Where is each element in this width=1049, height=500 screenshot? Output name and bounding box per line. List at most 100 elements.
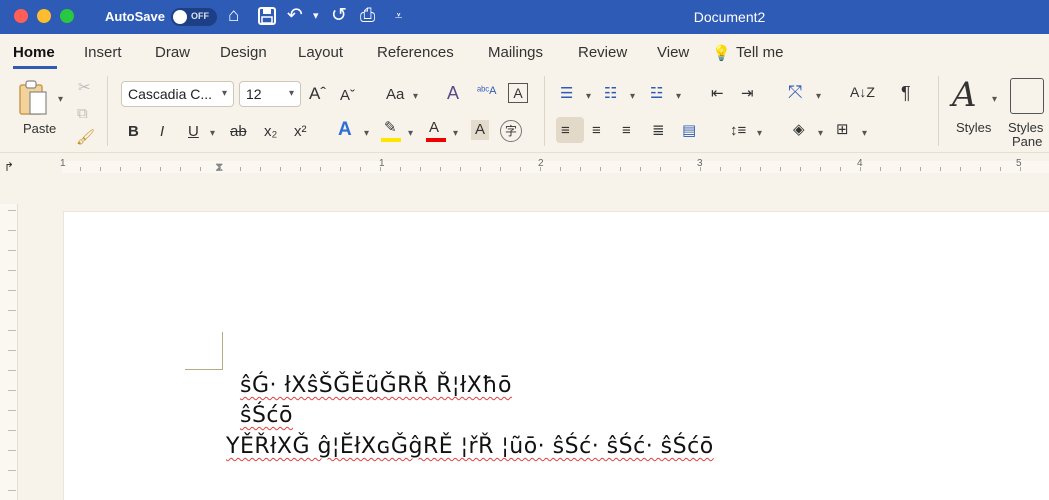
ruler-tick [880, 167, 881, 171]
ruler-tick [8, 490, 16, 491]
sort-icon[interactable]: A↓Z [850, 82, 875, 102]
font-size-dropdown[interactable]: 12 ▾ [239, 81, 301, 107]
document-page[interactable]: ŝǴ· łXŝŠǦĔũǦRŘ Ř¦łXħō ŝŚćō YĚŘłXǦ ĝ¦ĔłXɢ… [63, 211, 1049, 500]
tab-mailings[interactable]: Mailings [488, 44, 543, 61]
text-line-2[interactable]: ŝŚćō [240, 403, 293, 428]
tab-draw[interactable]: Draw [155, 44, 190, 61]
underline-button[interactable]: U [188, 122, 199, 142]
text-line-1[interactable]: ŝǴ· łXŝŠǦĔũǦRŘ Ř¦łXħō [240, 373, 512, 398]
format-painter-icon[interactable]: 🖌 [76, 128, 95, 148]
ruler-tick [760, 167, 761, 171]
character-border-icon[interactable]: A [508, 83, 528, 103]
tab-layout[interactable]: Layout [298, 44, 343, 61]
horizontal-ruler: ↱ 1 ⧗ 1 2 3 4 5 [0, 152, 1049, 180]
styles-pane-icon[interactable] [1010, 78, 1044, 114]
undo-icon[interactable]: ↶ [287, 5, 303, 27]
text-line-3[interactable]: YĚŘłXǦ ĝ¦ĔłXɢǦĝRĚ ¦řŘ ¦ũō· ŝŚć· ŝŚć· ŝŚć… [226, 434, 714, 459]
multilevel-dropdown-icon[interactable]: ▾ [674, 85, 681, 107]
ruler-tick [1020, 167, 1021, 171]
ruler-tick [680, 167, 681, 171]
tab-references[interactable]: References [377, 44, 454, 61]
show-formatting-button[interactable]: ¶ [901, 83, 911, 103]
ruler-tick [240, 167, 241, 171]
home-icon[interactable]: ⌂ [228, 5, 239, 27]
borders-dropdown-icon[interactable]: ▾ [860, 122, 867, 144]
numbering-icon[interactable]: ☷ [604, 84, 617, 104]
chevron-down-icon: ▾ [221, 88, 227, 99]
redo-icon[interactable]: ↺ [331, 5, 347, 27]
tab-home[interactable]: Home [13, 44, 55, 61]
minimize-window-button[interactable] [37, 9, 51, 23]
customize-toolbar-icon[interactable]: ⩡ [395, 5, 402, 27]
print-icon[interactable]: ⎙ [360, 5, 375, 27]
autosave-label: AutoSave [105, 9, 165, 24]
font-name-dropdown[interactable]: Cascadia C... ▾ [121, 81, 234, 107]
text-direction-dropdown-icon[interactable]: ▾ [814, 85, 821, 107]
ruler-tick [700, 167, 701, 171]
toggle-knob [173, 10, 187, 24]
text-effects-abc-icon[interactable]: ᵃᵇᶜA [477, 81, 496, 101]
tab-view[interactable]: View [657, 44, 689, 61]
justify-icon[interactable]: ≣ [652, 121, 665, 141]
undo-dropdown-icon[interactable]: ▾ [313, 5, 319, 27]
highlight-icon[interactable]: ✎ [384, 118, 397, 138]
shrink-font-button[interactable]: Aˇ [340, 86, 355, 106]
text-effects-button[interactable]: A [338, 120, 352, 140]
align-left-icon[interactable]: ≡ [561, 121, 570, 141]
styles-gallery-icon[interactable]: A [952, 76, 977, 114]
highlight-dropdown-icon[interactable]: ▾ [406, 122, 413, 144]
shading-icon[interactable]: ◈ [793, 120, 805, 140]
group-separator [938, 76, 939, 146]
paste-icon[interactable] [18, 80, 48, 116]
autosave-toggle[interactable]: OFF [171, 8, 217, 26]
tab-design[interactable]: Design [220, 44, 267, 61]
bullets-dropdown-icon[interactable]: ▾ [584, 85, 591, 107]
align-center-icon[interactable]: ≡ [592, 121, 601, 141]
grow-font-button[interactable]: Aˆ [309, 84, 326, 104]
borders-icon[interactable]: ⊞ [836, 120, 849, 140]
line-spacing-icon[interactable]: ↕≡ [730, 121, 746, 141]
tab-tell-me[interactable]: Tell me [736, 44, 784, 61]
superscript-button[interactable]: x² [294, 122, 307, 142]
text-effects-dropdown-icon[interactable]: ▾ [362, 122, 369, 144]
document-canvas: ŝǴ· łXŝŠǦĔũǦRŘ Ř¦łXħō ŝŚćō YĚŘłXǦ ĝ¦ĔłXɢ… [0, 180, 1049, 500]
cut-icon[interactable]: ✂ [78, 78, 91, 98]
multilevel-list-icon[interactable]: ☳ [650, 84, 663, 104]
close-window-button[interactable] [14, 9, 28, 23]
subscript-button[interactable]: x₂ [264, 122, 277, 142]
change-case-button[interactable]: Aa [386, 85, 404, 105]
strikethrough-button[interactable]: ab [230, 122, 247, 142]
ruler-tick [8, 230, 16, 231]
tab-review[interactable]: Review [578, 44, 627, 61]
text-direction-icon[interactable]: ⤧ [788, 82, 802, 102]
ruler-tick [260, 167, 261, 171]
clear-formatting-icon[interactable]: A [447, 83, 459, 103]
font-color-dropdown-icon[interactable]: ▾ [451, 122, 458, 144]
phonetic-guide-button[interactable]: 字 [500, 120, 522, 142]
save-icon[interactable] [258, 5, 276, 31]
bold-button[interactable]: B [128, 122, 139, 142]
change-case-dropdown-icon[interactable]: ▾ [411, 85, 418, 107]
bullets-icon[interactable]: ☰ [560, 84, 573, 104]
paste-dropdown-icon[interactable]: ▾ [56, 88, 63, 110]
copy-icon[interactable]: ⧉ [77, 104, 88, 124]
tab-insert[interactable]: Insert [84, 44, 122, 61]
align-right-icon[interactable]: ≡ [622, 121, 631, 141]
styles-dropdown-icon[interactable]: ▾ [990, 88, 997, 110]
decrease-indent-icon[interactable]: ⇤ [711, 84, 724, 104]
distributed-icon[interactable]: ▤ [682, 121, 696, 141]
lightbulb-icon: 💡 [712, 45, 731, 62]
shading-dropdown-icon[interactable]: ▾ [816, 122, 823, 144]
ruler-tick [8, 310, 16, 311]
increase-indent-icon[interactable]: ⇥ [741, 84, 754, 104]
ruler-tick [640, 167, 641, 171]
line-spacing-dropdown-icon[interactable]: ▾ [755, 122, 762, 144]
underline-dropdown-icon[interactable]: ▾ [208, 122, 215, 144]
numbering-dropdown-icon[interactable]: ▾ [628, 85, 635, 107]
italic-button[interactable]: I [160, 122, 164, 142]
ruler-tick [300, 167, 301, 171]
zoom-window-button[interactable] [60, 9, 74, 23]
tab-selector-icon[interactable]: ↱ [4, 157, 14, 177]
font-color-button[interactable]: A [429, 118, 439, 138]
character-shading-button[interactable]: A [471, 120, 490, 140]
